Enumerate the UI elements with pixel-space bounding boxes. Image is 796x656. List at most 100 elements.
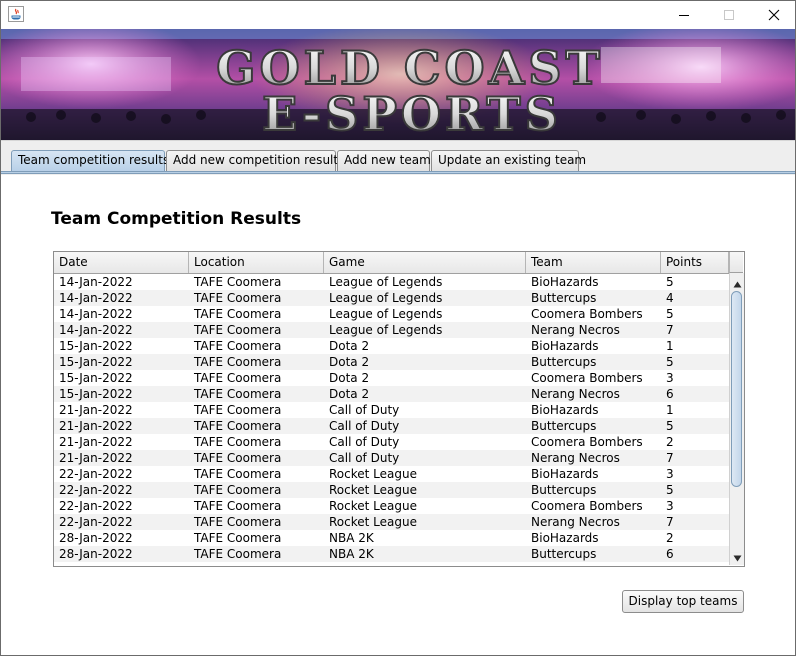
cell-points: 5 [666,419,674,433]
table-row[interactable]: 28-Jan-2022 TAFE Coomera NBA 2K BioHazards 2 [54,530,729,546]
table-row[interactable]: 14-Jan-2022 TAFE Coomera League of Legends… [54,322,729,338]
cell-location: TAFE Coomera [194,483,282,497]
java-icon [8,6,24,22]
cell-location: TAFE Coomera [194,355,282,369]
page-title: Team Competition Results [51,209,302,229]
cell-location: TAFE Coomera [194,275,282,289]
cell-game: Call of Duty [329,419,400,433]
tab-bar: Team competition results Add new competi… [1,140,795,175]
cell-date: 28-Jan-2022 [59,531,133,545]
table-row[interactable]: 21-Jan-2022 TAFE Coomera Call of Duty BioHa… [54,402,729,418]
cell-location: TAFE Coomera [194,403,282,417]
cell-team: Buttercups [531,419,597,433]
cell-game: NBA 2K [329,531,374,545]
vertical-scrollbar[interactable] [729,273,744,565]
display-top-teams-button[interactable]: Display top teams [622,590,744,613]
cell-location: TAFE Coomera [194,467,282,481]
cell-location: TAFE Coomera [194,339,282,353]
table-row[interactable]: 22-Jan-2022 TAFE Coomera Rocket League Nera… [54,514,729,530]
table-row[interactable]: 22-Jan-2022 TAFE Coomera Rocket League Coom… [54,498,729,514]
minimize-button[interactable] [661,1,707,29]
banner-title-line2: E-SPORTS [262,87,562,140]
cell-game: Rocket League [329,467,417,481]
cell-location: TAFE Coomera [194,451,282,465]
cell-team: BioHazards [531,275,599,289]
cell-team: Nerang Necros [531,451,620,465]
table-row[interactable]: 21-Jan-2022 TAFE Coomera Call of Duty Butte… [54,418,729,434]
cell-game: Rocket League [329,499,417,513]
table-row[interactable]: 22-Jan-2022 TAFE Coomera Rocket League BioH… [54,466,729,482]
cell-points: 2 [666,531,674,545]
column-header-points[interactable]: Points [661,252,729,273]
cell-team: BioHazards [531,339,599,353]
cell-points: 7 [666,323,674,337]
table-row[interactable]: 21-Jan-2022 TAFE Coomera Call of Duty Neran… [54,450,729,466]
cell-points: 1 [666,339,674,353]
cell-date: 15-Jan-2022 [59,387,133,401]
cell-team: Buttercups [531,291,597,305]
cell-date: 15-Jan-2022 [59,339,133,353]
cell-location: TAFE Coomera [194,371,282,385]
cell-date: 21-Jan-2022 [59,451,133,465]
tab-add-new-team[interactable]: Add new team [337,150,431,171]
cell-date: 21-Jan-2022 [59,435,133,449]
table-row[interactable]: 14-Jan-2022 TAFE Coomera League of Legends… [54,306,729,322]
cell-date: 22-Jan-2022 [59,483,133,497]
cell-team: Coomera Bombers [531,307,643,321]
cell-game: League of Legends [329,275,443,289]
cell-location: TAFE Coomera [194,435,282,449]
tab-add-new-competition-results[interactable]: Add new competition results [166,150,344,171]
cell-team: Coomera Bombers [531,435,643,449]
table-row[interactable]: 15-Jan-2022 TAFE Coomera Dota 2 BioHazards 1 [54,338,729,354]
maximize-button[interactable] [706,1,752,29]
cell-date: 15-Jan-2022 [59,371,133,385]
cell-points: 7 [666,451,674,465]
results-table: Date Location Game Team Points 14-Jan-20… [53,251,745,567]
cell-date: 22-Jan-2022 [59,467,133,481]
cell-date: 21-Jan-2022 [59,419,133,433]
tab-team-competition-results[interactable]: Team competition results [11,150,169,171]
table-row[interactable]: 15-Jan-2022 TAFE Coomera Dota 2 Buttercups 5 [54,354,729,370]
cell-game: Dota 2 [329,339,370,353]
cell-points: 5 [666,275,674,289]
table-header: Date Location Game Team Points [54,252,729,274]
cell-game: Call of Duty [329,435,400,449]
cell-location: TAFE Coomera [194,499,282,513]
table-row[interactable]: 15-Jan-2022 TAFE Coomera Dota 2 Nerang Necr… [54,386,729,402]
column-header-location[interactable]: Location [189,252,324,273]
table-row[interactable]: 28-Jan-2022 TAFE Coomera NBA 2K Buttercups 6 [54,546,729,562]
column-header-date[interactable]: Date [54,252,189,273]
maximize-icon [723,9,735,21]
cell-game: Dota 2 [329,371,370,385]
close-button[interactable] [751,1,796,29]
table-row[interactable]: 14-Jan-2022 TAFE Coomera League of Legends… [54,274,729,290]
banner-image: GOLD COAST E-SPORTS [1,29,795,140]
cell-team: BioHazards [531,467,599,481]
table-row[interactable]: 14-Jan-2022 TAFE Coomera League of Legends… [54,290,729,306]
cell-location: TAFE Coomera [194,531,282,545]
cell-game: Dota 2 [329,355,370,369]
cell-team: Buttercups [531,355,597,369]
table-row[interactable]: 15-Jan-2022 TAFE Coomera Dota 2 Coomera Bom… [54,370,729,386]
table-row[interactable]: 21-Jan-2022 TAFE Coomera Call of Duty Coome… [54,434,729,450]
cell-points: 3 [666,499,674,513]
cell-points: 4 [666,291,674,305]
cell-game: Rocket League [329,483,417,497]
cell-team: Buttercups [531,547,597,561]
tab-update-existing-team[interactable]: Update an existing team [431,150,586,171]
table-row[interactable]: 22-Jan-2022 TAFE Coomera Rocket League Butt… [54,482,729,498]
scroll-thumb[interactable] [731,291,742,487]
scroll-up-button[interactable] [730,275,744,289]
close-icon [768,9,780,21]
column-header-team[interactable]: Team [526,252,661,273]
column-header-game[interactable]: Game [324,252,526,273]
cell-location: TAFE Coomera [194,291,282,305]
cell-points: 1 [666,403,674,417]
scroll-down-button[interactable] [730,549,744,563]
cell-team: Coomera Bombers [531,499,643,513]
tab-divider [1,171,795,174]
cell-points: 2 [666,435,674,449]
cell-team: Buttercups [531,483,597,497]
minimize-icon [678,9,690,21]
cell-game: NBA 2K [329,547,374,561]
